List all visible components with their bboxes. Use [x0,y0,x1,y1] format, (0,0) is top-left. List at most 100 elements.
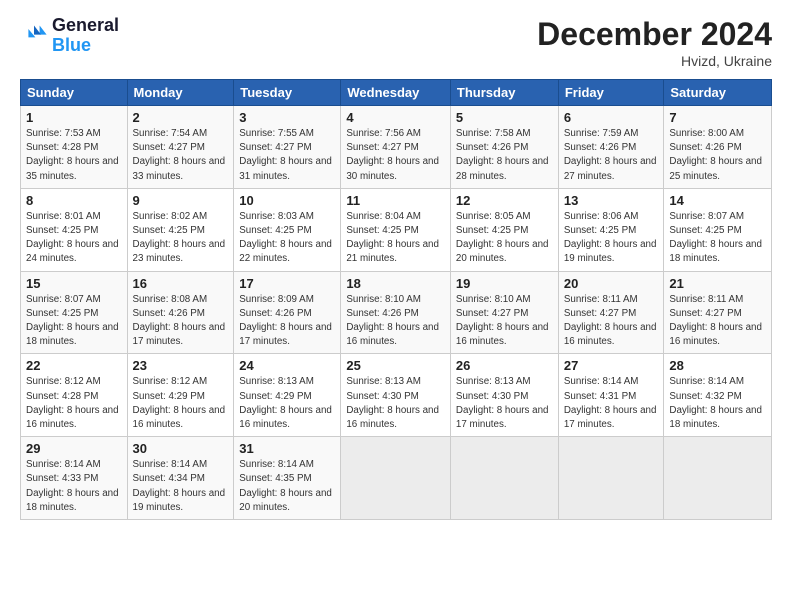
day-cell [664,437,772,520]
day-cell: 21Sunrise: 8:11 AM Sunset: 4:27 PM Dayli… [664,271,772,354]
week-row-5: 29 Sunrise: 8:14 AM Sunset: 4:33 PM Dayli… [21,437,772,520]
day-info: Sunrise: 8:10 AM Sunset: 4:27 PM Dayligh… [456,293,553,350]
week-row-4: 22Sunrise: 8:12 AM Sunset: 4:28 PM Dayli… [21,354,772,437]
day-info: Sunrise: 8:14 AM Sunset: 4:32 PM Dayligh… [669,375,766,432]
day-cell [450,437,558,520]
day-number: 5 [456,110,553,125]
day-info: Sunrise: 8:07 AM Sunset: 4:25 PM Dayligh… [669,210,766,267]
day-cell: 20 Sunrise: 8:11 AM Sunset: 4:27 PM Dayli… [558,271,664,354]
header: General Blue December 2024 Hvizd, Ukrain… [20,16,772,69]
day-info: Sunrise: 8:11 AM Sunset: 4:27 PM Dayligh… [564,293,659,350]
logo-text: General Blue [52,16,119,56]
day-info: Sunrise: 8:10 AM Sunset: 4:26 PM Dayligh… [346,293,445,350]
day-cell: 11Sunrise: 8:04 AM Sunset: 4:25 PM Dayli… [341,188,451,271]
day-number: 1 [26,110,122,125]
day-number: 28 [669,358,766,373]
day-number: 23 [133,358,229,373]
day-cell: 16 Sunrise: 8:08 AM Sunset: 4:26 PM Dayli… [127,271,234,354]
day-number: 8 [26,193,122,208]
day-number: 17 [239,276,335,291]
logo: General Blue [20,16,119,56]
day-cell: 19 Sunrise: 8:10 AM Sunset: 4:27 PM Dayli… [450,271,558,354]
day-cell: 24 Sunrise: 8:13 AM Sunset: 4:29 PM Dayli… [234,354,341,437]
calendar: SundayMondayTuesdayWednesdayThursdayFrid… [20,79,772,520]
day-info: Sunrise: 8:07 AM Sunset: 4:25 PM Dayligh… [26,293,122,350]
day-info: Sunrise: 8:14 AM Sunset: 4:33 PM Dayligh… [26,458,122,515]
day-cell: 13 Sunrise: 8:06 AM Sunset: 4:25 PM Dayli… [558,188,664,271]
day-cell: 22Sunrise: 8:12 AM Sunset: 4:28 PM Dayli… [21,354,128,437]
day-cell: 18 Sunrise: 8:10 AM Sunset: 4:26 PM Dayli… [341,271,451,354]
day-number: 30 [133,441,229,456]
logo-icon [20,22,48,50]
day-info: Sunrise: 8:14 AM Sunset: 4:31 PM Dayligh… [564,375,659,432]
day-info: Sunrise: 8:09 AM Sunset: 4:26 PM Dayligh… [239,293,335,350]
day-info: Sunrise: 8:13 AM Sunset: 4:29 PM Dayligh… [239,375,335,432]
day-cell: 25Sunrise: 8:13 AM Sunset: 4:30 PM Dayli… [341,354,451,437]
weekday-header-saturday: Saturday [664,80,772,106]
logo-line2: Blue [52,36,119,56]
month-title: December 2024 [537,16,772,53]
day-number: 14 [669,193,766,208]
day-number: 15 [26,276,122,291]
day-info: Sunrise: 7:58 AM Sunset: 4:26 PM Dayligh… [456,127,553,184]
day-number: 12 [456,193,553,208]
day-info: Sunrise: 7:59 AM Sunset: 4:26 PM Dayligh… [564,127,659,184]
day-cell: 8 Sunrise: 8:01 AM Sunset: 4:25 PM Daylig… [21,188,128,271]
weekday-header-monday: Monday [127,80,234,106]
weekday-header-friday: Friday [558,80,664,106]
day-number: 27 [564,358,659,373]
day-cell: 2 Sunrise: 7:54 AM Sunset: 4:27 PM Daylig… [127,106,234,189]
logo-line1: General [52,16,119,36]
day-number: 13 [564,193,659,208]
location: Hvizd, Ukraine [537,53,772,69]
day-cell: 4 Sunrise: 7:56 AM Sunset: 4:27 PM Daylig… [341,106,451,189]
day-info: Sunrise: 8:00 AM Sunset: 4:26 PM Dayligh… [669,127,766,184]
day-number: 4 [346,110,445,125]
day-info: Sunrise: 8:04 AM Sunset: 4:25 PM Dayligh… [346,210,445,267]
day-info: Sunrise: 8:02 AM Sunset: 4:25 PM Dayligh… [133,210,229,267]
week-row-2: 8 Sunrise: 8:01 AM Sunset: 4:25 PM Daylig… [21,188,772,271]
day-number: 25 [346,358,445,373]
day-info: Sunrise: 7:56 AM Sunset: 4:27 PM Dayligh… [346,127,445,184]
day-number: 3 [239,110,335,125]
day-cell: 15 Sunrise: 8:07 AM Sunset: 4:25 PM Dayli… [21,271,128,354]
day-number: 7 [669,110,766,125]
day-number: 18 [346,276,445,291]
day-info: Sunrise: 8:05 AM Sunset: 4:25 PM Dayligh… [456,210,553,267]
day-number: 24 [239,358,335,373]
day-info: Sunrise: 7:54 AM Sunset: 4:27 PM Dayligh… [133,127,229,184]
day-number: 19 [456,276,553,291]
day-cell [558,437,664,520]
day-cell: 9 Sunrise: 8:02 AM Sunset: 4:25 PM Daylig… [127,188,234,271]
day-cell: 23Sunrise: 8:12 AM Sunset: 4:29 PM Dayli… [127,354,234,437]
day-cell: 5 Sunrise: 7:58 AM Sunset: 4:26 PM Daylig… [450,106,558,189]
day-info: Sunrise: 8:13 AM Sunset: 4:30 PM Dayligh… [456,375,553,432]
day-cell: 26 Sunrise: 8:13 AM Sunset: 4:30 PM Dayli… [450,354,558,437]
day-number: 21 [669,276,766,291]
day-cell: 14 Sunrise: 8:07 AM Sunset: 4:25 PM Dayli… [664,188,772,271]
day-cell: 10Sunrise: 8:03 AM Sunset: 4:25 PM Dayli… [234,188,341,271]
day-cell: 29 Sunrise: 8:14 AM Sunset: 4:33 PM Dayli… [21,437,128,520]
day-cell: 7 Sunrise: 8:00 AM Sunset: 4:26 PM Daylig… [664,106,772,189]
day-number: 29 [26,441,122,456]
day-cell: 27 Sunrise: 8:14 AM Sunset: 4:31 PM Dayli… [558,354,664,437]
weekday-header-tuesday: Tuesday [234,80,341,106]
day-info: Sunrise: 8:14 AM Sunset: 4:35 PM Dayligh… [239,458,335,515]
weekday-header-thursday: Thursday [450,80,558,106]
day-number: 16 [133,276,229,291]
day-info: Sunrise: 8:12 AM Sunset: 4:28 PM Dayligh… [26,375,122,432]
day-number: 20 [564,276,659,291]
day-info: Sunrise: 8:01 AM Sunset: 4:25 PM Dayligh… [26,210,122,267]
day-number: 2 [133,110,229,125]
day-info: Sunrise: 8:14 AM Sunset: 4:34 PM Dayligh… [133,458,229,515]
day-number: 9 [133,193,229,208]
weekday-header-row: SundayMondayTuesdayWednesdayThursdayFrid… [21,80,772,106]
day-number: 26 [456,358,553,373]
title-block: December 2024 Hvizd, Ukraine [537,16,772,69]
day-number: 31 [239,441,335,456]
day-info: Sunrise: 8:06 AM Sunset: 4:25 PM Dayligh… [564,210,659,267]
weekday-header-sunday: Sunday [21,80,128,106]
day-info: Sunrise: 8:08 AM Sunset: 4:26 PM Dayligh… [133,293,229,350]
weekday-header-wednesday: Wednesday [341,80,451,106]
day-cell: 28 Sunrise: 8:14 AM Sunset: 4:32 PM Dayli… [664,354,772,437]
